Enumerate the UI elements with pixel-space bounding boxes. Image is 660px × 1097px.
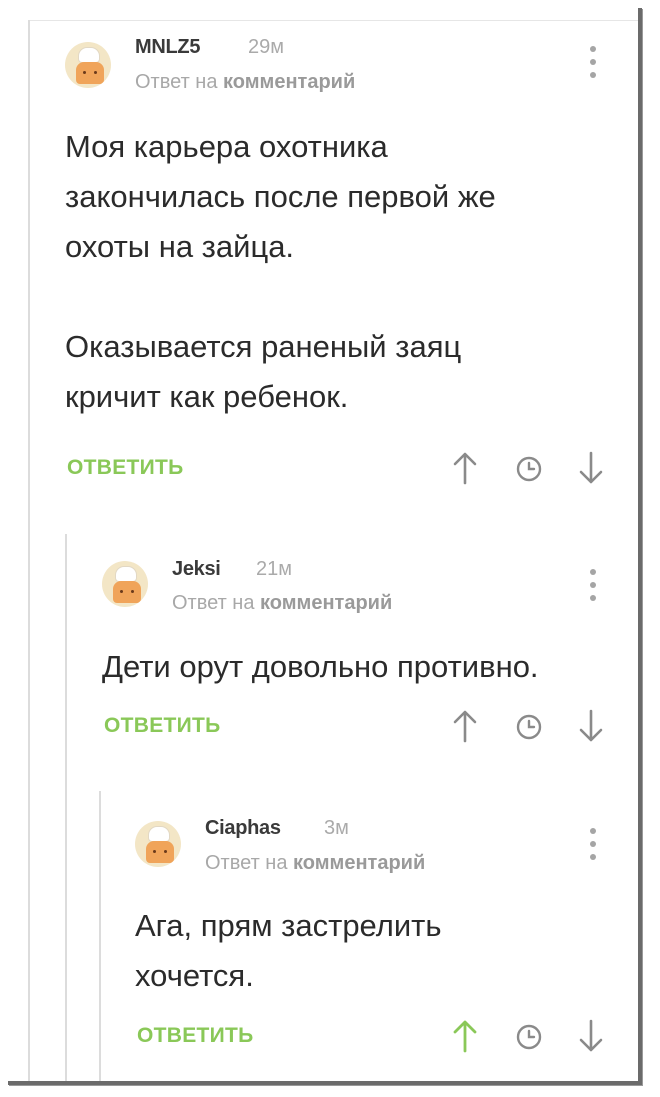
chef-hat-icon	[79, 48, 99, 62]
arrow-down-icon[interactable]	[578, 1019, 604, 1053]
reply-info: Ответ на комментарий	[135, 71, 355, 94]
comment-time: 21м	[256, 558, 292, 580]
comment-time: 29м	[248, 36, 284, 58]
comment-text: Ага, прям застрелить хочется.	[135, 908, 442, 993]
parent-comment-link[interactable]: комментарий	[260, 592, 392, 614]
comment-text: Дети орут довольно противно.	[102, 649, 539, 684]
avatar-face	[76, 62, 104, 84]
reply-info: Ответ на комментарий	[172, 592, 392, 615]
reply-button[interactable]: ОТВЕТИТЬ	[67, 456, 184, 480]
parent-comment-link[interactable]: комментарий	[223, 71, 355, 93]
thread-line[interactable]	[28, 20, 30, 1081]
username[interactable]: Ciaphas	[205, 817, 281, 840]
more-vertical-icon[interactable]	[590, 569, 596, 603]
avatar[interactable]	[135, 821, 181, 867]
avatar-face	[113, 581, 141, 603]
parent-comment-link[interactable]: комментарий	[293, 852, 425, 874]
reply-button[interactable]: ОТВЕТИТЬ	[104, 714, 221, 738]
username[interactable]: Jeksi	[172, 558, 221, 581]
thread-line[interactable]	[65, 534, 67, 1081]
reply-prefix: Ответ на	[135, 71, 218, 93]
comments-thread: MNLZ5 29м Ответ на комментарий Моя карье…	[8, 8, 642, 1085]
clock-icon[interactable]	[515, 713, 543, 741]
reply-prefix: Ответ на	[205, 852, 288, 874]
username[interactable]: MNLZ5	[135, 36, 200, 59]
arrow-up-icon[interactable]	[452, 1019, 478, 1053]
divider	[28, 20, 638, 21]
avatar[interactable]	[102, 561, 148, 607]
arrow-down-icon[interactable]	[578, 709, 604, 743]
comment-text: Моя карьера охотника закончилась после п…	[65, 129, 496, 414]
clock-icon[interactable]	[515, 455, 543, 483]
reply-button[interactable]: ОТВЕТИТЬ	[137, 1024, 254, 1048]
more-vertical-icon[interactable]	[590, 828, 596, 862]
arrow-up-icon[interactable]	[452, 451, 478, 485]
chef-hat-icon	[149, 827, 169, 841]
avatar-face	[146, 841, 174, 863]
more-vertical-icon[interactable]	[590, 46, 596, 80]
avatar[interactable]	[65, 42, 111, 88]
thread-line[interactable]	[99, 791, 101, 1081]
reply-prefix: Ответ на	[172, 592, 255, 614]
chef-hat-icon	[116, 567, 136, 581]
reply-info: Ответ на комментарий	[205, 852, 425, 875]
arrow-down-icon[interactable]	[578, 451, 604, 485]
arrow-up-icon[interactable]	[452, 709, 478, 743]
clock-icon[interactable]	[515, 1023, 543, 1051]
comment-time: 3м	[324, 817, 349, 839]
